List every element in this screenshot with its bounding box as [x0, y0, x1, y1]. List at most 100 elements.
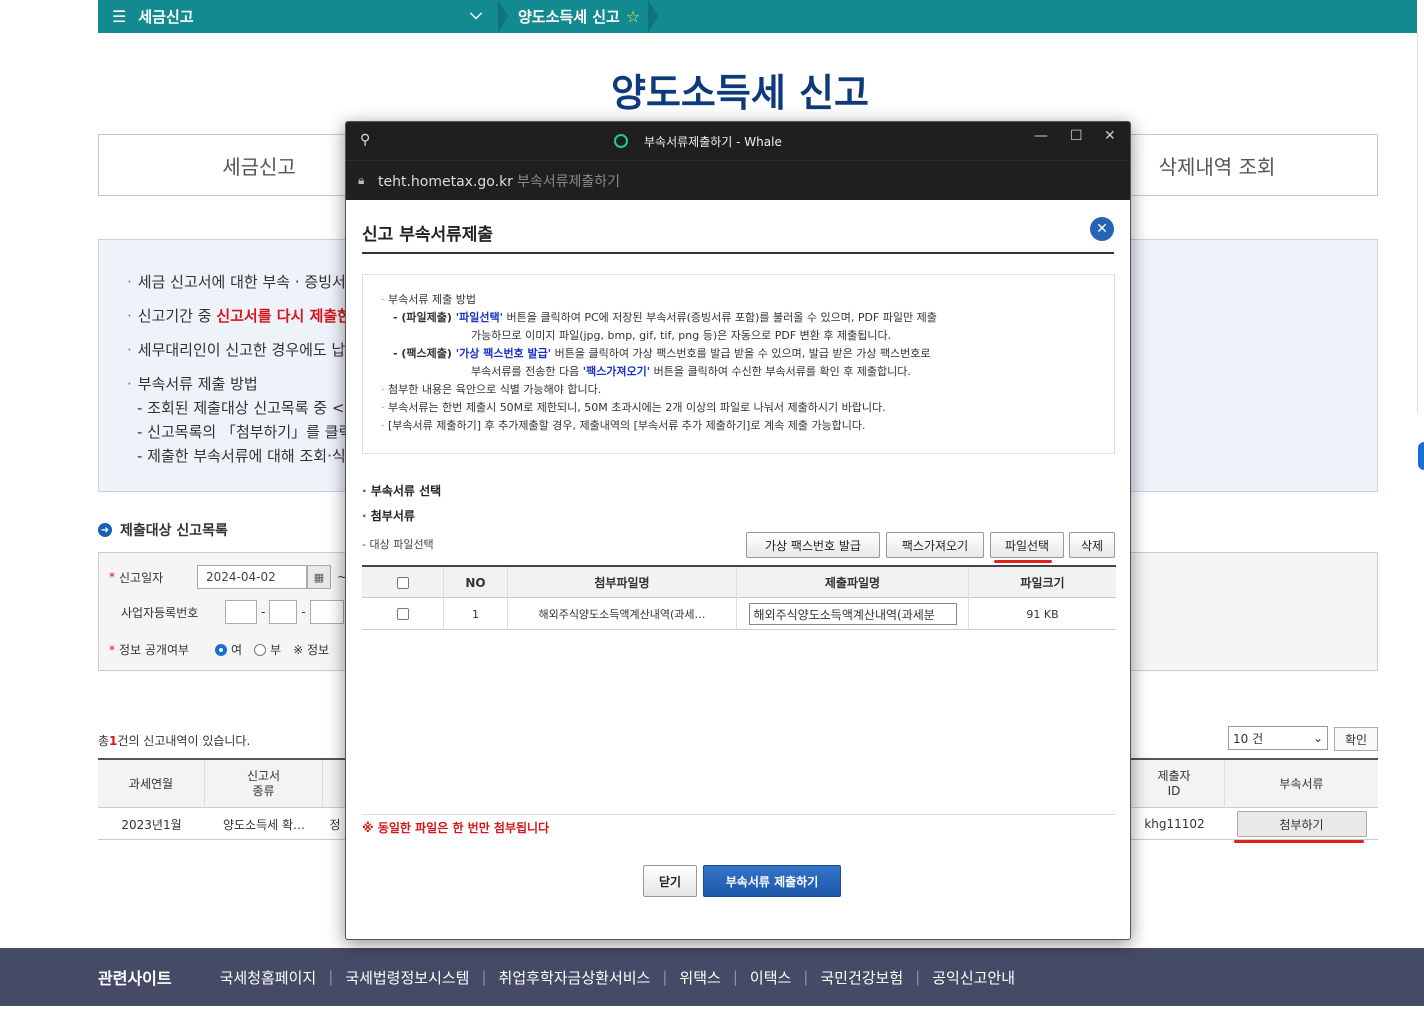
guide-text: 부속서류 제출 방법: [388, 293, 476, 306]
guide-emphasis: '파일선택': [455, 311, 503, 324]
header-no: NO: [444, 567, 508, 598]
submit-filename-input[interactable]: 해외주식양도소득액계산내역(과세분: [748, 603, 957, 625]
cell-submitter: khg11102: [1144, 817, 1205, 831]
header-size: 파일크기: [1020, 576, 1065, 590]
popup-window-title: 부속서류제출하기 - Whale: [644, 135, 782, 149]
popup-url[interactable]: teht.hometax.go.kr 부속서류제출하기: [378, 171, 620, 191]
footer-link[interactable]: 위택스: [679, 967, 720, 988]
required-mark: *: [109, 642, 115, 657]
guide-line: · 부속서류는 한번 제출시 50M로 제한되니, 50M 초과시에는 2개 이…: [381, 401, 886, 414]
whale-logo-icon: [614, 134, 628, 148]
popup-window: ⚲ 부속서류제출하기 - Whale — ☐ ✕ 🔒︎ teht.hometax…: [345, 121, 1131, 940]
footer-link[interactable]: 취업후학자금상환서비스: [499, 967, 651, 988]
breadcrumb-separator: [498, 0, 512, 33]
side-floating-button[interactable]: [1418, 442, 1424, 470]
date-label: 신고일자: [119, 570, 164, 585]
header-period: 과세연월: [98, 760, 205, 808]
footer-link[interactable]: 국세법령정보시스템: [345, 967, 469, 988]
section-title-text: 제출대상 신고목록: [120, 523, 228, 539]
guide-text: 버튼을 클릭하여 PC에 저장된 부속서류(증빙서류 포함)를 불러올 수 있으…: [502, 311, 937, 324]
cell-docs: 첨부하기: [1225, 808, 1378, 840]
biz-number-input-1[interactable]: [225, 600, 257, 624]
select-all-checkbox[interactable]: [396, 576, 409, 589]
radio-no[interactable]: [254, 643, 267, 656]
popup-address-bar: 🔒︎ teht.hometax.go.kr 부속서류제출하기: [346, 160, 1130, 200]
footer-divider: |: [328, 968, 334, 986]
chevron-down-icon[interactable]: ⌵: [470, 4, 482, 24]
header-submitter: 제출자 ID: [1124, 760, 1225, 808]
url-host: teht.hometax.go.kr: [378, 174, 513, 190]
page-size-select[interactable]: 10 건 ⌄: [1228, 726, 1328, 750]
menu-label: 세금신고: [138, 8, 194, 26]
header-docs: 부속서류: [1279, 776, 1324, 791]
guide-text: 부속서류를 전송한 다음: [471, 365, 583, 378]
row-checkbox[interactable]: [396, 608, 409, 620]
guide-text: 첨부한 내용은 육안으로 식별 가능해야 합니다.: [388, 383, 602, 396]
radio-yes[interactable]: [215, 643, 227, 656]
close-button[interactable]: 닫기: [643, 865, 697, 897]
delete-button[interactable]: 삭제: [1069, 532, 1115, 558]
guide-line: - (팩스제출) '가상 팩스번호 발급' 버튼을 클릭하여 가상 팩스번호를 …: [381, 345, 1114, 363]
pin-icon[interactable]: ⚲: [360, 132, 370, 148]
footer-link[interactable]: 국세청홈페이지: [220, 967, 317, 988]
footer-divider: |: [481, 968, 487, 986]
public-label: 정보 공개여부: [119, 643, 190, 657]
url-path: 부속서류제출하기: [516, 174, 620, 190]
fax-issue-button[interactable]: 가상 팩스번호 발급: [746, 532, 880, 558]
page-size-value: 10 건: [1233, 731, 1264, 746]
popup-close-icon[interactable]: ✕: [1090, 217, 1114, 241]
close-window-icon[interactable]: ✕: [1104, 128, 1116, 144]
submit-docs-button[interactable]: 부속서류 제출하기: [703, 865, 841, 897]
minimize-icon[interactable]: —: [1034, 128, 1048, 144]
cell-period: 2023년1월: [121, 817, 182, 832]
confirm-button[interactable]: 확인: [1334, 727, 1378, 751]
footer-link[interactable]: 이택스: [750, 967, 791, 988]
popup-heading-text: 신고 부속서류제출: [362, 225, 494, 245]
calendar-icon[interactable]: ▦: [307, 565, 331, 589]
breadcrumb-current: 양도소득세 신고: [518, 8, 620, 26]
top-nav: ☰ 세금신고 ⌵ 양도소득세 신고 ☆: [0, 0, 1417, 33]
hamburger-icon[interactable]: ☰: [112, 7, 126, 26]
section-title: ➜ 제출대상 신고목록: [98, 520, 228, 540]
public-row: * 정보 공개여부 여 부 ※ 정보: [109, 641, 329, 658]
footer-link[interactable]: 공익신고안내: [932, 967, 1015, 988]
guide-text: 버튼을 클릭하여 가상 팩스번호를 발급 받을 수 있으며, 발급 받은 가상 …: [551, 347, 931, 360]
cell-type: 양도소득세 확…: [222, 817, 306, 832]
menu-button[interactable]: ☰ 세금신고 ⌵: [98, 0, 498, 33]
popup-heading: 신고 부속서류제출: [362, 214, 1114, 254]
count-suffix: 건의 신고내역이 있습니다.: [117, 734, 251, 748]
guide-emphasis: '팩스가져오기': [582, 365, 651, 378]
guide-line: - (파일제출) '파일선택' 버튼을 클릭하여 PC에 저장된 부속서류(증빙…: [381, 309, 1114, 327]
header-submit: 제출파일명: [737, 567, 969, 598]
breadcrumb-separator-end: [648, 0, 660, 33]
header-attached: 첨부파일명: [508, 567, 737, 598]
radio-no-label: 부: [270, 643, 282, 657]
maximize-icon[interactable]: ☐: [1070, 128, 1083, 144]
breadcrumb: 양도소득세 신고 ☆: [518, 0, 640, 33]
file-select-button[interactable]: 파일선택: [990, 532, 1064, 558]
duplicate-warning: ※ 동일한 파일은 한 번만 첨부됩니다: [362, 821, 550, 835]
guide-box: · 부속서류 제출 방법 - (파일제출) '파일선택' 버튼을 클릭하여 PC…: [362, 274, 1115, 454]
file-table-header: NO 첨부파일명 제출파일명 파일크기: [362, 567, 1116, 598]
start-date-input[interactable]: 2024-04-02: [197, 565, 307, 589]
label-doc-select: 부속서류 선택: [362, 482, 441, 499]
guide-emphasis: '가상 팩스번호 발급': [455, 347, 552, 360]
footer-link[interactable]: 국민건강보험: [820, 967, 903, 988]
biz-number-input-3[interactable]: [309, 600, 344, 624]
fax-fetch-button[interactable]: 팩스가져오기: [886, 532, 984, 558]
attach-button[interactable]: 첨부하기: [1236, 811, 1367, 837]
favorite-star-icon[interactable]: ☆: [626, 7, 640, 26]
guide-text: 부속서류는 한번 제출시 50M로 제한되니, 50M 초과시에는 2개 이상의…: [388, 401, 886, 414]
dash: -: [261, 605, 266, 619]
table-row: 1 해외주식양도소득액계산내역(과세… 해외주식양도소득액계산내역(과세분 91…: [362, 598, 1116, 630]
footer-label: 관련사이트: [98, 969, 172, 988]
biz-number-input-2[interactable]: [269, 600, 298, 624]
header-checkbox-cell: [362, 567, 444, 598]
dash: -: [301, 605, 306, 619]
cell-partial: 정: [329, 817, 341, 832]
public-note: ※ 정보: [293, 643, 330, 657]
guide-line: · [부속서류 제출하기] 후 추가제출할 경우, 제출내역의 [부속서류 추가…: [381, 419, 866, 432]
highlight-underline: [994, 560, 1052, 563]
biz-number-label: 사업자등록번호: [121, 605, 199, 620]
footer-divider: |: [915, 968, 921, 986]
